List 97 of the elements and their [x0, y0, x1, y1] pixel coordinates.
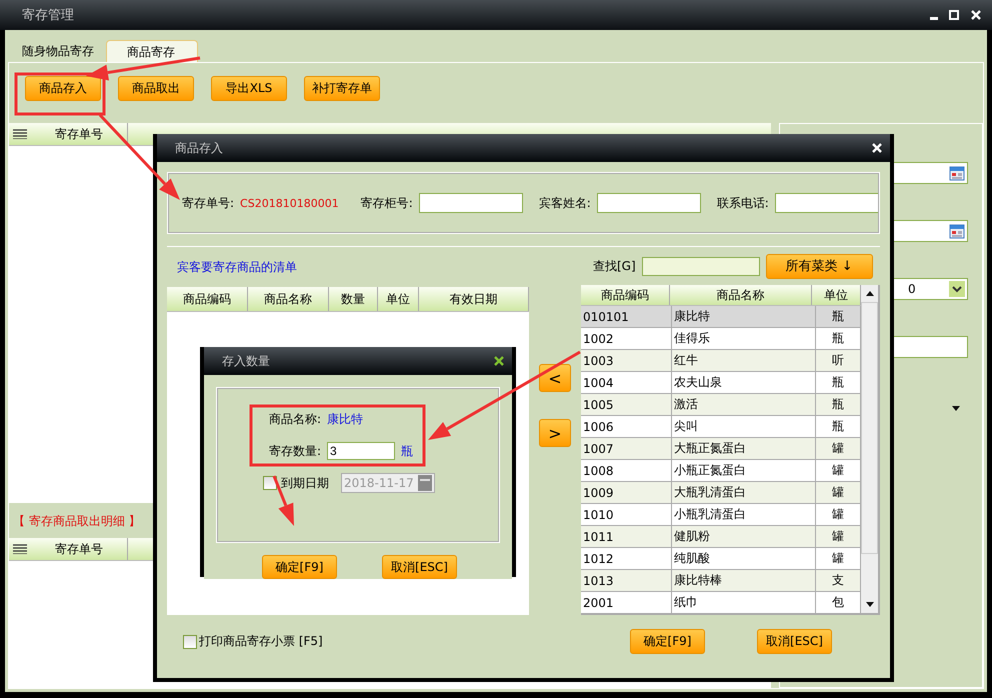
table-cell: 1009	[581, 482, 672, 503]
toolbar-button[interactable]: 导出XLS	[211, 76, 287, 101]
category-button[interactable]: 所有菜类 ↓	[766, 254, 873, 278]
search-field[interactable]	[642, 256, 760, 276]
quantity-field[interactable]: 3	[327, 442, 396, 460]
column-header: 寄存单号	[31, 123, 128, 145]
input-field[interactable]	[596, 193, 701, 213]
dialog-button[interactable]: 取消[ESC]	[382, 555, 457, 579]
scroll-down-icon	[866, 602, 874, 607]
column-header: 有效日期	[419, 287, 529, 311]
order-number: CS201810180001	[240, 196, 339, 210]
toolbar-button[interactable]: 商品存入	[25, 76, 101, 101]
table-cell: 大瓶正氮蛋白	[672, 438, 816, 459]
toolbar-button[interactable]: 补打寄存单	[304, 76, 380, 101]
field-label: 寄存柜号:	[360, 194, 413, 212]
column-header: 数量	[329, 287, 378, 311]
dropdown-icon	[418, 475, 432, 491]
scrollbar-thumb[interactable]	[861, 302, 878, 554]
maximize-icon	[948, 9, 960, 21]
dialog-title: 存入数量	[222, 352, 270, 370]
section-title: 【 寄存商品取出明细 】	[13, 513, 141, 530]
table-cell: 1012	[581, 548, 672, 569]
table-cell: 健肌粉	[672, 526, 816, 547]
list-title: 宾客要寄存商品的清单	[177, 258, 297, 276]
list-icon	[13, 129, 27, 139]
table-row[interactable]: 1003 红牛 听	[581, 350, 861, 372]
table-cell: 2001	[581, 592, 672, 613]
table-cell: 小瓶正氮蛋白	[672, 460, 816, 481]
table-cell: 大瓶乳清蛋白	[672, 482, 816, 503]
table-cell: 1002	[581, 328, 672, 349]
unit-label: 瓶	[401, 442, 414, 460]
table-cell: 纯肌酸	[672, 548, 816, 569]
dialog-button[interactable]: 取消[ESC]	[757, 629, 832, 654]
product-name: 康比特	[327, 410, 364, 428]
calendar-icon	[949, 223, 965, 239]
checkbox[interactable]	[183, 634, 197, 648]
scroll-up-icon	[866, 291, 874, 296]
table-cell: 1003	[581, 350, 672, 371]
dialog-button[interactable]: 确定[F9]	[262, 555, 337, 579]
table-cell: 小瓶乳清蛋白	[672, 504, 816, 525]
table-cell: 红牛	[672, 350, 816, 371]
dialog-button[interactable]: 确定[F9]	[630, 629, 705, 654]
input-field[interactable]	[418, 193, 523, 213]
column-header: 单位	[378, 287, 419, 311]
close-icon	[970, 9, 982, 21]
table-row[interactable]: 1005 激活 瓶	[581, 394, 861, 416]
toolbar-button[interactable]: 商品取出	[118, 76, 194, 101]
column-header: 商品名称	[670, 285, 812, 305]
field-label: 宾客姓名:	[538, 194, 591, 212]
table-cell: 康比特棒	[672, 570, 816, 591]
search-label: 查找[G]	[593, 258, 636, 274]
move-button[interactable]: >	[539, 419, 571, 447]
field-label: 寄存单号:	[182, 194, 234, 212]
list-icon	[13, 544, 27, 554]
table-cell: 1013	[581, 570, 672, 591]
tab[interactable]: 随身物品寄存	[10, 40, 106, 62]
tab[interactable]: 商品寄存	[106, 40, 198, 62]
column-header: 商品编码	[581, 285, 670, 305]
table-cell: 1011	[581, 526, 672, 547]
field-label: 联系电话:	[716, 194, 769, 212]
column-header: 商品名称	[248, 287, 329, 311]
table-row[interactable]: 010101 康比特 瓶	[581, 306, 861, 328]
table-cell: 1005	[581, 394, 672, 415]
table-cell: 010101	[581, 306, 672, 327]
table-row[interactable]: 1009 大瓶乳清蛋白 罐	[581, 482, 861, 504]
table-cell: 纸巾	[672, 592, 816, 613]
table-row[interactable]: 1007 大瓶正氮蛋白 罐	[581, 438, 861, 460]
table-cell: 1006	[581, 416, 672, 437]
minimize-icon	[930, 17, 938, 20]
field-label: 寄存数量:	[269, 442, 322, 460]
table-cell: 1008	[581, 460, 672, 481]
calendar-icon	[949, 165, 965, 181]
caret-icon	[952, 406, 960, 411]
scrollbar[interactable]	[861, 285, 878, 613]
field-label: 商品名称:	[269, 410, 322, 428]
table-cell: 佳得乐	[672, 328, 816, 349]
checkbox-label: 到期日期	[281, 474, 329, 492]
dialog-title: 商品存入	[175, 140, 223, 156]
table-cell: 农夫山泉	[672, 372, 816, 393]
table-cell: 激活	[672, 394, 816, 415]
table-row[interactable]: 1011 健肌粉 罐	[581, 526, 861, 548]
checkbox-label: 打印商品寄存小票 [F5]	[199, 633, 323, 650]
chevron-down-icon	[949, 281, 965, 297]
table-row[interactable]: 1013 康比特棒 支	[581, 570, 861, 592]
close-icon	[494, 356, 504, 366]
table-cell: 1010	[581, 504, 672, 525]
column-header: 商品编码	[167, 287, 248, 311]
annotation-arrow	[272, 475, 294, 526]
move-button[interactable]: <	[539, 364, 571, 392]
window-title: 寄存管理	[22, 7, 74, 24]
table-cell: 1007	[581, 438, 672, 459]
column-header: 寄存单号	[31, 538, 128, 560]
table-cell: 1004	[581, 372, 672, 393]
table-cell: 尖叫	[672, 416, 816, 437]
input-field[interactable]	[774, 193, 879, 213]
close-icon	[872, 143, 882, 153]
table-cell: 康比特	[672, 306, 816, 327]
